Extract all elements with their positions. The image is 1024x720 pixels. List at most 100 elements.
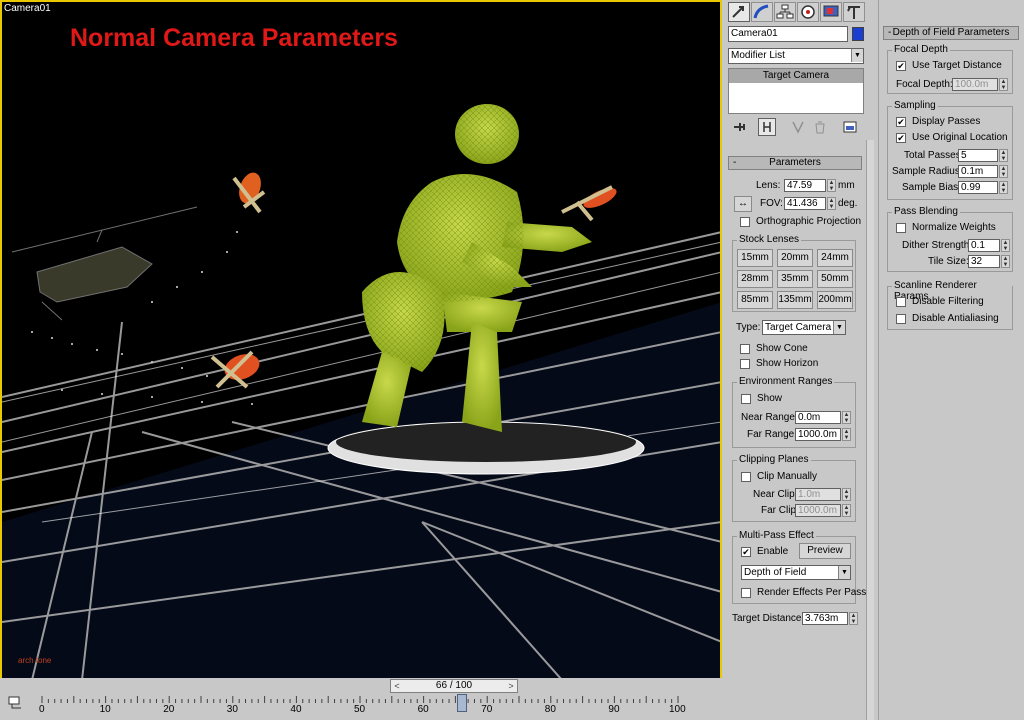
- lens-button-35mm[interactable]: 35mm: [777, 270, 813, 288]
- object-color-swatch[interactable]: [852, 27, 864, 41]
- parameters-rollout-header[interactable]: - Parameters: [728, 156, 862, 170]
- modify-icon: [753, 4, 769, 19]
- lens-button-85mm[interactable]: 85mm: [737, 291, 773, 309]
- disable-antialiasing-checkbox[interactable]: [896, 314, 906, 324]
- object-name-field[interactable]: Camera01: [728, 26, 848, 42]
- tile-size-spinner[interactable]: 32 ▲ ▼: [968, 255, 1010, 268]
- camera-type-dropdown[interactable]: Target Camera ▼: [762, 320, 846, 335]
- tile-size-field[interactable]: 32: [968, 255, 1000, 268]
- show-cone-checkbox[interactable]: [740, 344, 750, 354]
- near-range-field[interactable]: 0.0m: [795, 411, 841, 424]
- spinner-arrows-icon[interactable]: ▲ ▼: [999, 149, 1008, 162]
- lens-spinner[interactable]: 47.59 ▲ ▼: [784, 179, 836, 192]
- make-unique-icon[interactable]: [790, 120, 806, 134]
- spinner-arrows-icon[interactable]: ▲ ▼: [842, 504, 851, 517]
- orthographic-checkbox[interactable]: [740, 217, 750, 227]
- motion-tab[interactable]: [797, 2, 819, 22]
- near-range-spinner[interactable]: 0.0m ▲ ▼: [795, 411, 851, 424]
- lens-button-135mm[interactable]: 135mm: [777, 291, 813, 309]
- time-slider[interactable]: < 66 / 100 >: [390, 679, 518, 693]
- multipass-enable-checkbox[interactable]: ✔: [741, 547, 751, 557]
- lens-button-15mm[interactable]: 15mm: [737, 249, 773, 267]
- far-range-field[interactable]: 1000.0m: [795, 428, 841, 441]
- modify-tab[interactable]: [751, 2, 773, 22]
- clip-manually-checkbox[interactable]: [741, 472, 751, 482]
- spinner-arrows-icon[interactable]: ▲ ▼: [849, 612, 858, 625]
- fov-field[interactable]: 41.436: [784, 197, 826, 210]
- show-cone-label: Show Cone: [756, 343, 808, 354]
- command-panel-scrollbar[interactable]: [866, 140, 874, 720]
- use-original-location-checkbox[interactable]: ✔: [896, 133, 906, 143]
- near-clip-field[interactable]: 1.0m: [795, 488, 841, 501]
- lens-button-200mm[interactable]: 200mm: [817, 291, 853, 309]
- utilities-tab[interactable]: [843, 2, 865, 22]
- spinner-arrows-icon[interactable]: ▲ ▼: [827, 179, 836, 192]
- disable-filtering-checkbox[interactable]: [896, 297, 906, 307]
- lens-button-24mm[interactable]: 24mm: [817, 249, 853, 267]
- dof-panel: - Depth of Field Parameters Focal Depth …: [878, 0, 1024, 720]
- pass-blending-group: Pass Blending Normalize Weights Dither S…: [887, 206, 1013, 272]
- configure-sets-icon[interactable]: [842, 120, 858, 134]
- hierarchy-tab[interactable]: [774, 2, 796, 22]
- spinner-arrows-icon[interactable]: ▲ ▼: [999, 165, 1008, 178]
- env-show-checkbox[interactable]: [741, 394, 751, 404]
- spinner-arrows-icon[interactable]: ▲ ▼: [1001, 255, 1010, 268]
- lens-button-50mm[interactable]: 50mm: [817, 270, 853, 288]
- far-clip-spinner[interactable]: 1000.0m ▲ ▼: [795, 504, 851, 517]
- far-range-spinner[interactable]: 1000.0m ▲ ▼: [795, 428, 851, 441]
- modifier-stack[interactable]: Target Camera: [728, 68, 864, 114]
- use-target-distance-checkbox[interactable]: ✔: [896, 61, 906, 71]
- double-arrow-icon: ↔: [738, 198, 748, 209]
- next-frame-button[interactable]: >: [505, 680, 517, 692]
- camera-viewport[interactable]: Camera01 Normal Camera Parameters arch t…: [0, 0, 722, 680]
- spinner-arrows-icon[interactable]: ▲ ▼: [1001, 239, 1010, 252]
- dither-strength-spinner[interactable]: 0.1 ▲ ▼: [968, 239, 1010, 252]
- multi-pass-effect-group: Multi-Pass Effect ✔ Enable Preview Depth…: [732, 530, 866, 604]
- sample-radius-field[interactable]: 0.1m: [958, 165, 998, 178]
- sample-bias-field[interactable]: 0.99: [958, 181, 998, 194]
- spinner-arrows-icon[interactable]: ▲ ▼: [842, 411, 851, 424]
- lens-field[interactable]: 47.59: [784, 179, 826, 192]
- spinner-arrows-icon[interactable]: ▲ ▼: [999, 181, 1008, 194]
- render-effects-checkbox[interactable]: [741, 588, 751, 598]
- dither-strength-field[interactable]: 0.1: [968, 239, 1000, 252]
- dof-rollout-header[interactable]: - Depth of Field Parameters: [883, 26, 1019, 40]
- target-distance-field[interactable]: 3.763m: [802, 612, 848, 625]
- viewport-label[interactable]: Camera01: [4, 3, 51, 14]
- spinner-arrows-icon[interactable]: ▲ ▼: [827, 197, 836, 210]
- show-horizon-checkbox[interactable]: [740, 359, 750, 369]
- fov-direction-button[interactable]: ↔: [734, 196, 752, 212]
- command-panel: Camera01 Modifier List ▼ Target Camera -…: [722, 0, 878, 720]
- create-tab[interactable]: [728, 2, 750, 22]
- preview-button[interactable]: Preview: [799, 543, 851, 559]
- lens-button-28mm[interactable]: 28mm: [737, 270, 773, 288]
- normalize-weights-checkbox[interactable]: [896, 223, 906, 233]
- show-end-result-button[interactable]: [758, 118, 776, 136]
- display-tab[interactable]: [820, 2, 842, 22]
- stack-item-target-camera[interactable]: Target Camera: [729, 69, 863, 83]
- total-passes-field[interactable]: 5: [958, 149, 998, 162]
- near-clip-spinner[interactable]: 1.0m ▲ ▼: [795, 488, 851, 501]
- lens-button-20mm[interactable]: 20mm: [777, 249, 813, 267]
- spinner-arrows-icon[interactable]: ▲ ▼: [842, 488, 851, 501]
- spinner-arrows-icon[interactable]: ▲ ▼: [999, 78, 1008, 91]
- total-passes-spinner[interactable]: 5 ▲ ▼: [958, 149, 1008, 162]
- remove-modifier-icon[interactable]: [812, 120, 828, 134]
- focal-depth-field[interactable]: 100.0m: [952, 78, 998, 91]
- near-range-label: Near Range:: [741, 412, 798, 423]
- effect-dropdown[interactable]: Depth of Field ▼: [741, 565, 851, 580]
- pin-stack-icon[interactable]: [732, 120, 748, 134]
- prev-frame-button[interactable]: <: [391, 680, 403, 692]
- focal-depth-spinner[interactable]: 100.0m ▲ ▼: [952, 78, 1008, 91]
- display-passes-label: Display Passes: [912, 116, 981, 127]
- watermark: arch tone: [18, 656, 52, 665]
- fov-spinner[interactable]: 41.436 ▲ ▼: [784, 197, 836, 210]
- modifier-list-dropdown[interactable]: Modifier List ▼: [728, 48, 864, 64]
- sample-bias-spinner[interactable]: 0.99 ▲ ▼: [958, 181, 1008, 194]
- target-distance-spinner[interactable]: 3.763m ▲ ▼: [802, 612, 858, 625]
- far-clip-field[interactable]: 1000.0m: [795, 504, 841, 517]
- lens-label: Lens:: [756, 180, 781, 191]
- display-passes-checkbox[interactable]: ✔: [896, 117, 906, 127]
- spinner-arrows-icon[interactable]: ▲ ▼: [842, 428, 851, 441]
- sample-radius-spinner[interactable]: 0.1m ▲ ▼: [958, 165, 1008, 178]
